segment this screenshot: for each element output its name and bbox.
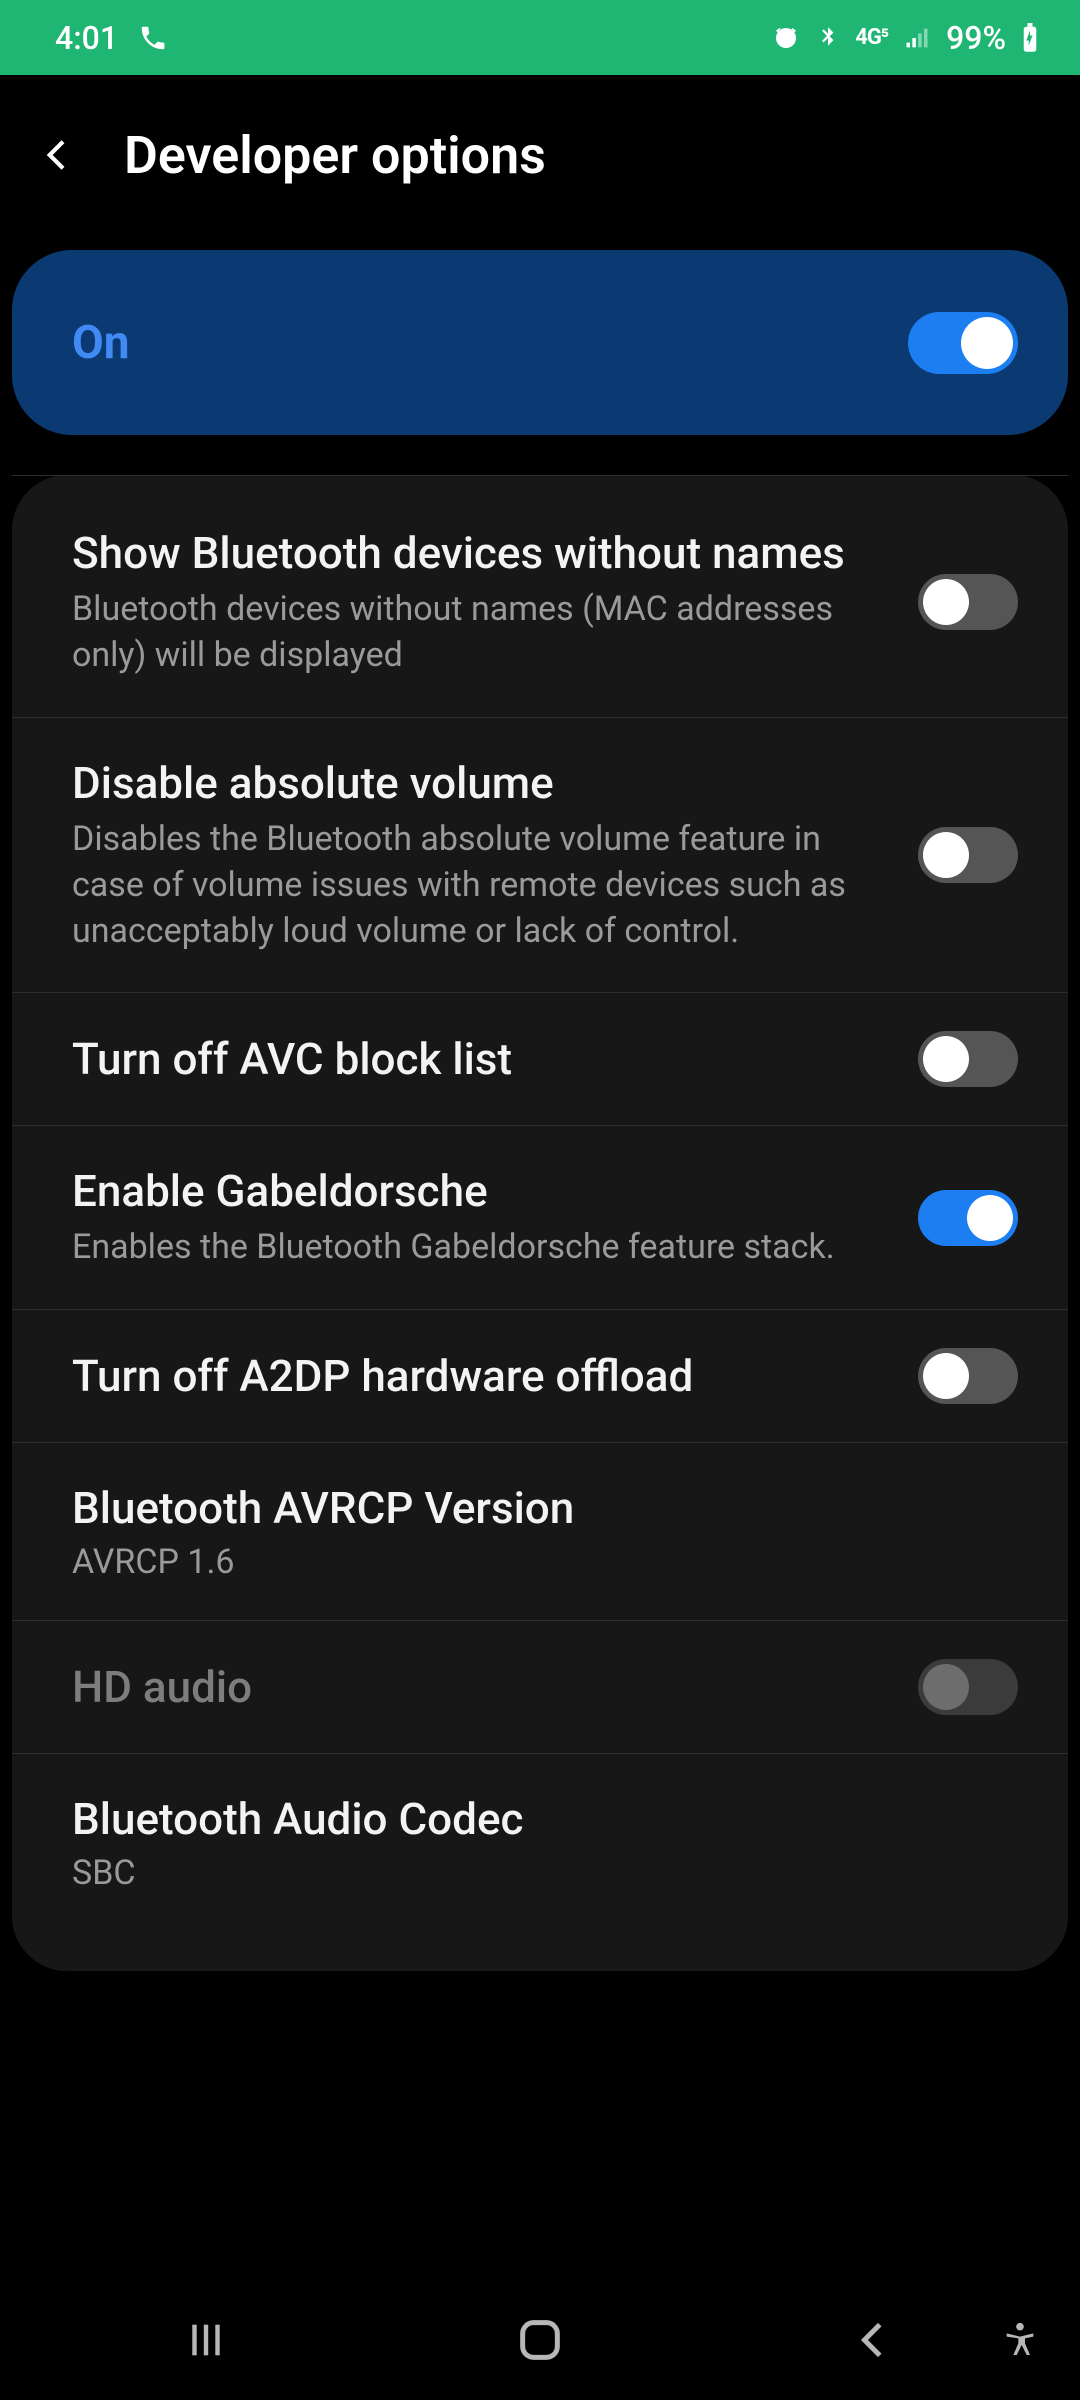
page-title: Developer options [124,125,546,186]
row-subtitle: Enables the Bluetooth Gabeldorsche featu… [72,1225,878,1271]
row-title: Bluetooth Audio Codec [72,1792,978,1847]
row-subtitle: Bluetooth devices without names (MAC add… [72,587,878,679]
row-hd-audio: HD audio [12,1620,1068,1753]
row-enable-gabeldorsche[interactable]: Enable Gabeldorsche Enables the Bluetoot… [12,1125,1068,1309]
developer-options-master-toggle[interactable]: On [12,250,1068,435]
row-turn-off-a2dp-offload[interactable]: Turn off A2DP hardware offload [12,1309,1068,1442]
settings-card: Show Bluetooth devices without names Blu… [12,475,1068,1971]
row-title: Disable absolute volume [72,756,878,811]
row-avrcp-version[interactable]: Bluetooth AVRCP Version AVRCP 1.6 [12,1442,1068,1620]
toggle-show-bt-without-names[interactable] [918,574,1018,630]
row-show-bt-without-names[interactable]: Show Bluetooth devices without names Blu… [12,475,1068,717]
row-bt-audio-codec[interactable]: Bluetooth Audio Codec SBC [12,1753,1068,1931]
back-icon[interactable] [38,135,78,175]
row-disable-absolute-volume[interactable]: Disable absolute volume Disables the Blu… [12,717,1068,993]
recents-button[interactable] [183,2317,229,2363]
toggle-a2dp-offload[interactable] [918,1348,1018,1404]
row-value: SBC [72,1853,978,1893]
battery-percent: 99% [946,19,1006,57]
signal-icon [902,24,932,52]
battery-charging-icon [1020,23,1040,53]
call-bluetooth-icon [138,23,168,53]
toggle-avc-block-list[interactable] [918,1031,1018,1087]
master-toggle-label: On [72,316,130,370]
row-subtitle: Disables the Bluetooth absolute volume f… [72,817,878,955]
row-title: Bluetooth AVRCP Version [72,1481,978,1536]
master-toggle-switch[interactable] [908,312,1018,374]
row-title: Turn off A2DP hardware offload [72,1349,878,1404]
row-title: HD audio [72,1660,878,1715]
alarm-icon [771,23,801,53]
toggle-disable-absolute-volume[interactable] [918,827,1018,883]
row-title: Turn off AVC block list [72,1032,878,1087]
back-button[interactable] [851,2317,897,2363]
status-time: 4:01 [55,19,118,57]
title-bar: Developer options [0,75,1080,235]
network-4g-icon: 4G⁵ [855,25,888,50]
toggle-hd-audio [918,1659,1018,1715]
status-bar: 4:01 4G⁵ 99% [0,0,1080,75]
row-title: Enable Gabeldorsche [72,1164,878,1219]
toggle-gabeldorsche[interactable] [918,1190,1018,1246]
navigation-bar [0,2280,1080,2400]
bluetooth-icon [815,23,841,53]
row-turn-off-avc-block-list[interactable]: Turn off AVC block list [12,992,1068,1125]
row-value: AVRCP 1.6 [72,1542,978,1582]
accessibility-icon[interactable] [1000,2320,1040,2360]
home-button[interactable] [514,2314,566,2366]
row-title: Show Bluetooth devices without names [72,526,878,581]
